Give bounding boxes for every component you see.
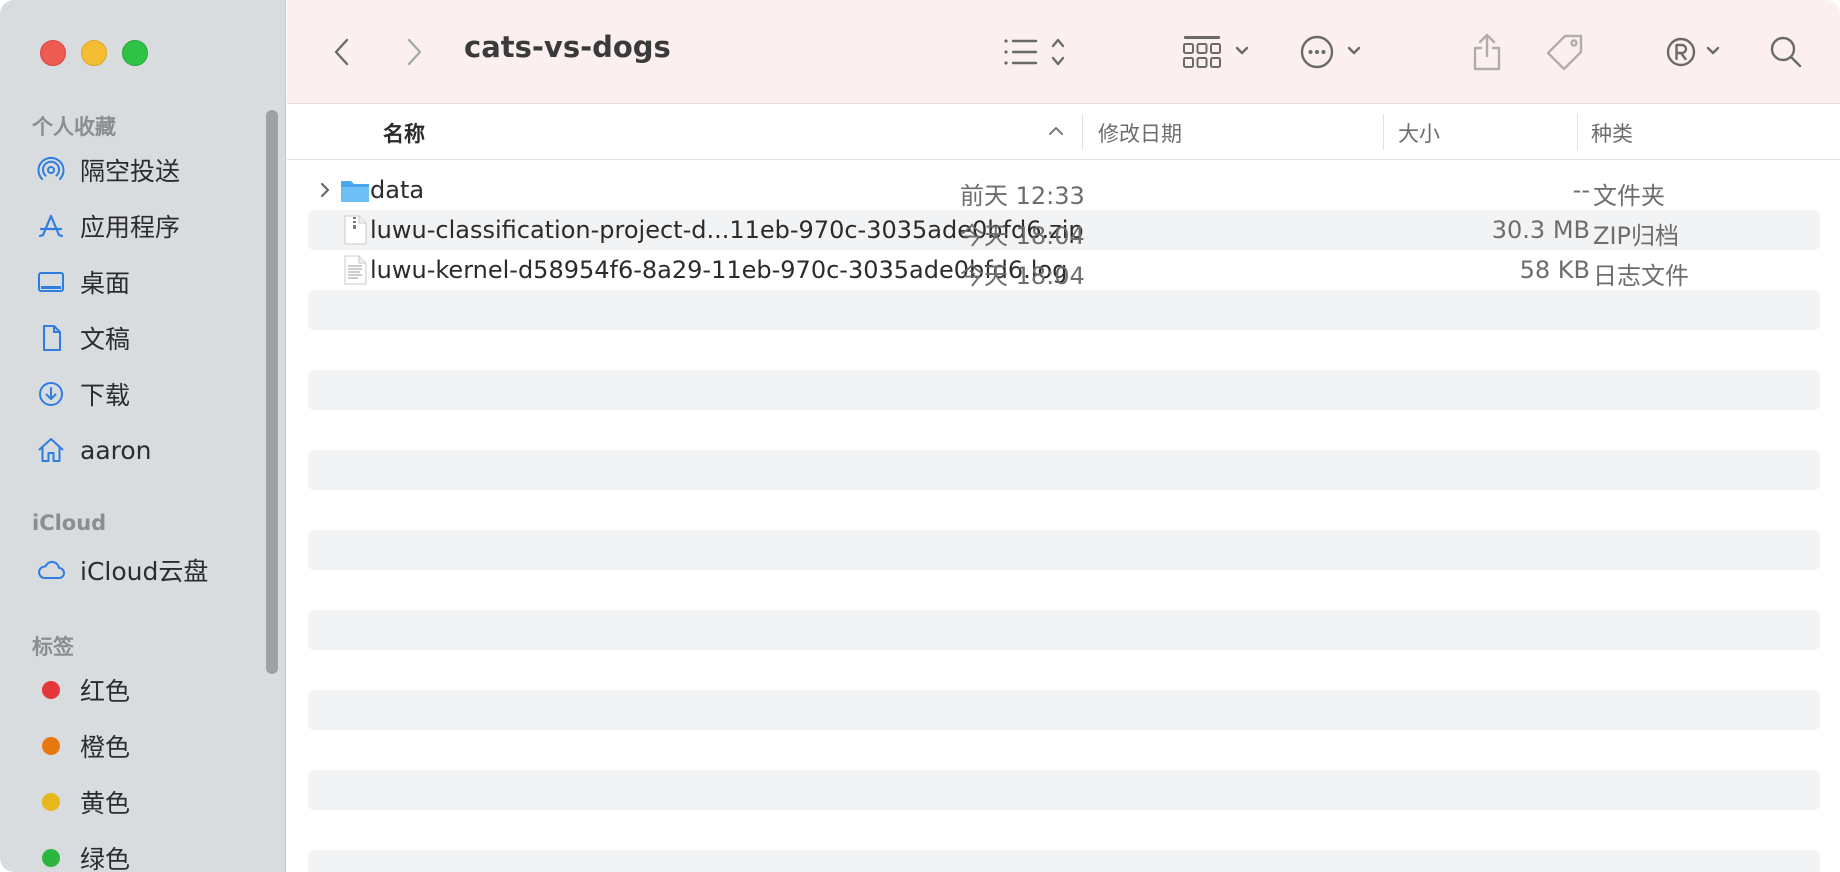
- back-button[interactable]: [329, 32, 357, 72]
- tag-button[interactable]: [1545, 32, 1587, 72]
- chevron-right-icon: [407, 38, 422, 66]
- registered-icon: [1666, 37, 1720, 67]
- folder-title: cats-vs-dogs: [464, 30, 671, 64]
- sidebar-tag-red[interactable]: 红色: [36, 670, 130, 710]
- home-icon: [38, 438, 64, 462]
- more-icon: [1300, 35, 1361, 69]
- finder-window: 个人收藏 隔空投送 应用程序 桌面 文稿 下载 aaron iCloud iCl…: [0, 0, 1840, 872]
- log-file-icon: [344, 255, 367, 285]
- file-size: --: [1572, 176, 1590, 204]
- empty-row: [308, 610, 1820, 650]
- empty-row: [308, 850, 1820, 872]
- sidebar-item-label: 隔空投送: [80, 157, 181, 186]
- sidebar-scrollbar[interactable]: [266, 110, 278, 674]
- file-date: 今天 18:04: [960, 262, 1085, 290]
- zoom-button[interactable]: [122, 40, 148, 66]
- share-button[interactable]: [1470, 32, 1504, 72]
- file-kind: 文件夹: [1593, 182, 1665, 210]
- sidebar-tag-green[interactable]: 绿色: [36, 838, 130, 872]
- empty-row: [308, 770, 1820, 810]
- tag-color-dot: [42, 737, 60, 755]
- toolbar: cats-vs-dogs: [287, 0, 1840, 104]
- sidebar-item-icloud-drive[interactable]: iCloud云盘: [36, 550, 208, 590]
- column-divider[interactable]: [1383, 114, 1384, 150]
- search-icon: [1770, 36, 1802, 68]
- column-divider[interactable]: [1082, 114, 1083, 150]
- sidebar: 个人收藏 隔空投送 应用程序 桌面 文稿 下载 aaron iCloud iCl…: [0, 0, 286, 872]
- sidebar-item-desktop[interactable]: 桌面: [36, 262, 130, 302]
- empty-row: [308, 450, 1820, 490]
- sidebar-item-label: iCloud云盘: [80, 557, 209, 586]
- sidebar-item-home[interactable]: aaron: [36, 430, 152, 470]
- column-kind-header[interactable]: 种类: [1591, 118, 1633, 148]
- sidebar-tag-yellow[interactable]: 黄色: [36, 782, 130, 822]
- sidebar-item-label: aaron: [80, 435, 152, 465]
- file-kind: 日志文件: [1593, 262, 1689, 290]
- sidebar-item-label: 绿色: [80, 845, 131, 872]
- sidebar-item-label: 橙色: [80, 733, 131, 762]
- sidebar-item-label: 应用程序: [80, 213, 181, 242]
- tags-header: 标签: [32, 635, 74, 659]
- column-header: 名称 修改日期 大小 种类: [287, 104, 1840, 160]
- column-name-header[interactable]: 名称: [383, 118, 425, 148]
- file-date: 今天 18:04: [960, 222, 1085, 250]
- file-row[interactable]: luwu-classification-project-d...11eb-970…: [308, 210, 1820, 250]
- chevron-left-icon: [334, 38, 349, 66]
- file-row[interactable]: data 前天 12:33 -- 文件夹: [308, 170, 1820, 210]
- sort-ascending-icon: [1049, 127, 1063, 135]
- sidebar-item-label: 黄色: [80, 789, 131, 818]
- folder-icon: [341, 181, 369, 202]
- sidebar-item-label: 桌面: [80, 269, 131, 298]
- airdrop-icon: [37, 156, 65, 180]
- minimize-button[interactable]: [81, 40, 107, 66]
- action-menu-button[interactable]: [1300, 32, 1372, 72]
- column-size-header[interactable]: 大小: [1398, 118, 1440, 148]
- sidebar-item-label: 文稿: [80, 325, 131, 354]
- file-kind: ZIP归档: [1593, 222, 1679, 250]
- sidebar-item-airdrop[interactable]: 隔空投送: [36, 150, 180, 190]
- desktop-icon: [38, 272, 64, 292]
- document-icon: [43, 325, 61, 351]
- download-icon: [39, 382, 63, 406]
- favorites-header: 个人收藏: [32, 115, 116, 139]
- applications-icon: [38, 214, 64, 238]
- empty-row: [308, 370, 1820, 410]
- close-button[interactable]: [40, 40, 66, 66]
- search-button[interactable]: [1768, 32, 1804, 72]
- forward-button[interactable]: [399, 32, 427, 72]
- view-options-button[interactable]: [1002, 32, 1074, 72]
- tag-color-dot: [42, 793, 60, 811]
- sidebar-item-label: 红色: [80, 677, 131, 706]
- group-button[interactable]: [1182, 32, 1256, 72]
- tag-color-dot: [42, 849, 60, 867]
- sidebar-tag-orange[interactable]: 橙色: [36, 726, 130, 766]
- disclosure-chevron-icon[interactable]: [316, 181, 334, 199]
- list-view-icon: [1004, 38, 1065, 66]
- sidebar-item-downloads[interactable]: 下载: [36, 374, 130, 414]
- empty-row: [308, 530, 1820, 570]
- file-size: 58 KB: [1519, 256, 1590, 284]
- window-controls: [40, 40, 148, 66]
- tag-color-dot: [42, 681, 60, 699]
- file-date: 前天 12:33: [960, 182, 1085, 210]
- empty-row: [308, 290, 1820, 330]
- share-icon: [1473, 33, 1501, 71]
- empty-row: [308, 690, 1820, 730]
- zip-file-icon: [344, 215, 367, 245]
- sidebar-item-applications[interactable]: 应用程序: [36, 206, 180, 246]
- cloud-icon: [38, 560, 65, 579]
- file-row[interactable]: luwu-kernel-d58954f6-8a29-11eb-970c-3035…: [308, 250, 1820, 290]
- sidebar-item-label: 下载: [80, 381, 131, 410]
- column-date-header[interactable]: 修改日期: [1098, 118, 1182, 148]
- file-size: 30.3 MB: [1491, 216, 1590, 244]
- tag-icon: [1546, 34, 1583, 71]
- file-list: data 前天 12:33 -- 文件夹 luwu-classification…: [287, 160, 1840, 872]
- column-divider[interactable]: [1577, 114, 1578, 150]
- grid-group-icon: [1183, 36, 1249, 68]
- sidebar-item-documents[interactable]: 文稿: [36, 318, 130, 358]
- extension-menu-button[interactable]: [1665, 32, 1727, 72]
- file-name: data: [370, 176, 425, 204]
- icloud-header: iCloud: [32, 511, 107, 535]
